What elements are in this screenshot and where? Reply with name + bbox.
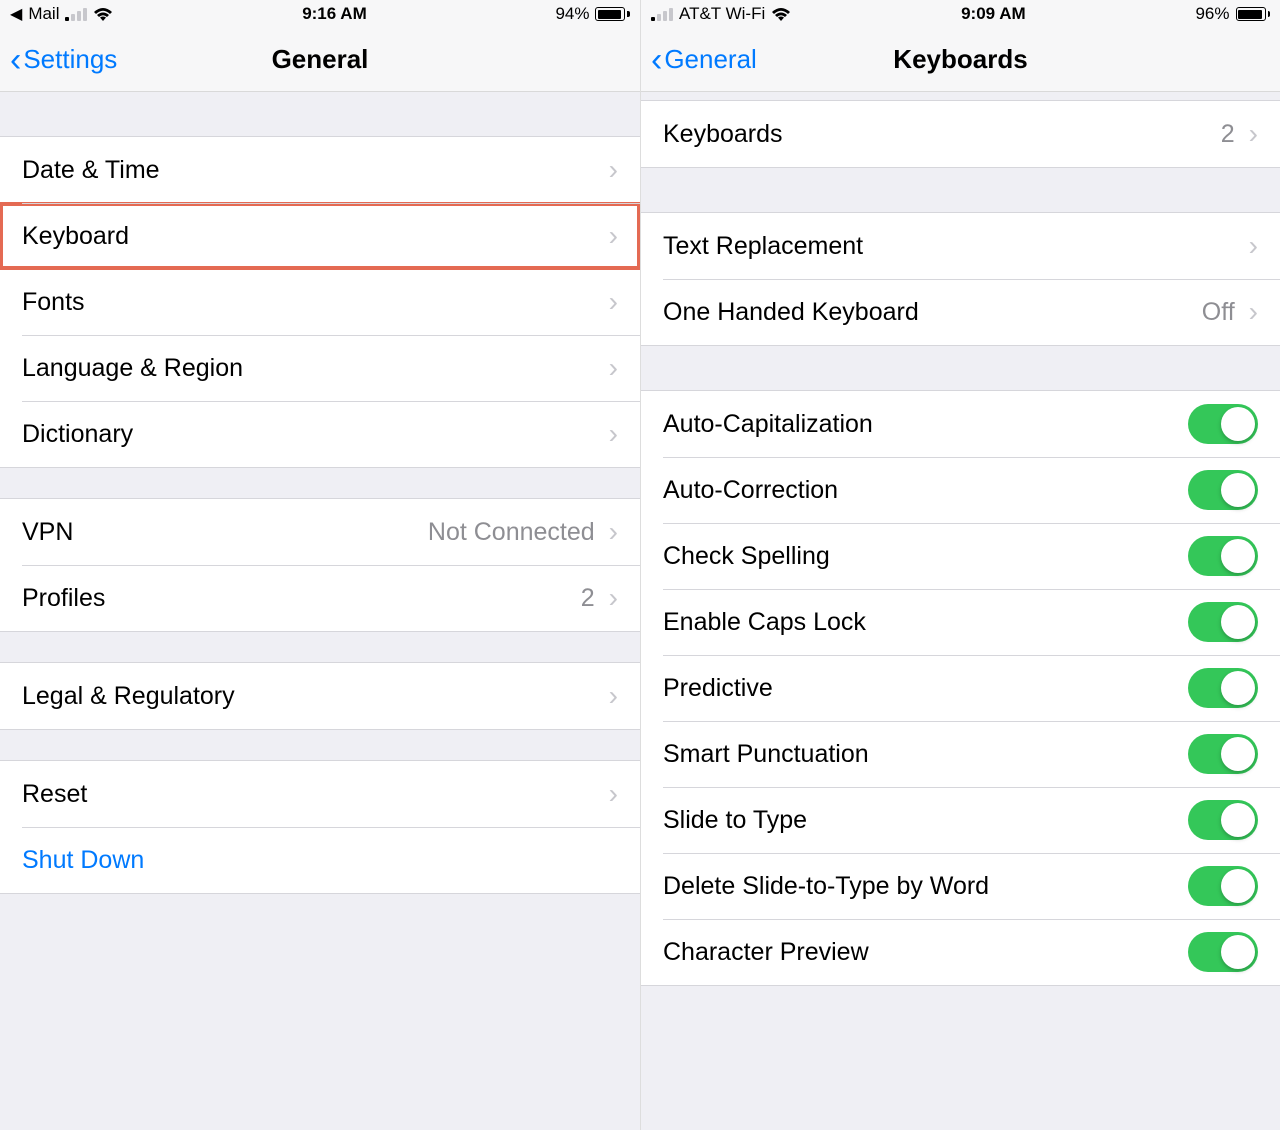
row-predictive: Predictive <box>641 655 1280 721</box>
settings-list[interactable]: Keyboards2› Text Replacement›One Handed … <box>641 92 1280 1130</box>
battery-percent: 96% <box>1195 4 1229 24</box>
row-detail: 2 <box>581 584 595 613</box>
nav-bar: ‹ Settings General <box>0 28 640 92</box>
row-slidetype: Slide to Type <box>641 787 1280 853</box>
row-spelling: Check Spelling <box>641 523 1280 589</box>
row-label: Fonts <box>22 288 85 317</box>
row-langregion[interactable]: Language & Region › <box>0 335 640 401</box>
row-autocap: Auto-Capitalization <box>641 391 1280 457</box>
wifi-icon <box>93 7 113 22</box>
page-title: Keyboards <box>893 44 1027 75</box>
row-label: Text Replacement <box>663 232 863 261</box>
chevron-right-icon: › <box>609 582 618 614</box>
chevron-left-icon: ‹ <box>651 43 662 77</box>
row-label: Slide to Type <box>663 806 807 835</box>
toggle-predictive[interactable] <box>1188 668 1258 708</box>
row-dictionary[interactable]: Dictionary › <box>0 401 640 467</box>
row-smartpunct: Smart Punctuation <box>641 721 1280 787</box>
row-label: Shut Down <box>22 846 144 875</box>
row-label: Keyboard <box>22 222 129 251</box>
cellular-signal-icon <box>651 7 673 21</box>
chevron-right-icon: › <box>1249 230 1258 262</box>
row-shutdown[interactable]: Shut Down <box>0 827 640 893</box>
row-label: Keyboards <box>663 120 783 149</box>
status-bar: AT&T Wi-Fi 9:09 AM 96% <box>641 0 1280 28</box>
row-label: Profiles <box>22 584 105 613</box>
row-label: VPN <box>22 518 73 547</box>
status-bar: ◀ Mail 9:16 AM 94% <box>0 0 640 28</box>
toggle-autocorrect[interactable] <box>1188 470 1258 510</box>
battery-icon <box>1236 7 1271 21</box>
nav-bar: ‹ General Keyboards <box>641 28 1280 92</box>
row-detail: Not Connected <box>428 518 595 547</box>
row-label: Auto-Correction <box>663 476 838 505</box>
row-profiles[interactable]: Profiles 2 › <box>0 565 640 631</box>
carrier-label: AT&T Wi-Fi <box>679 4 765 24</box>
row-legal[interactable]: Legal & Regulatory › <box>0 663 640 729</box>
row-detail: Off <box>1202 298 1235 327</box>
row-keyboards[interactable]: Keyboards 2 › <box>641 101 1280 167</box>
toggle-slidetype[interactable] <box>1188 800 1258 840</box>
chevron-right-icon: › <box>609 154 618 186</box>
chevron-right-icon: › <box>609 778 618 810</box>
row-capslock: Enable Caps Lock <box>641 589 1280 655</box>
chevron-right-icon: › <box>609 418 618 450</box>
row-detail: 2 <box>1221 120 1235 149</box>
row-label: Auto-Capitalization <box>663 410 873 439</box>
row-label: Smart Punctuation <box>663 740 869 769</box>
row-vpn[interactable]: VPN Not Connected › <box>0 499 640 565</box>
status-time: 9:16 AM <box>302 4 367 24</box>
row-datetime[interactable]: Date & Time › <box>0 137 640 203</box>
settings-list[interactable]: Date & Time›Keyboard›Fonts›Language & Re… <box>0 92 640 1130</box>
chevron-right-icon: › <box>609 680 618 712</box>
back-label: General <box>664 44 757 75</box>
toggle-autocap[interactable] <box>1188 404 1258 444</box>
row-label: Legal & Regulatory <box>22 682 235 711</box>
row-reset[interactable]: Reset › <box>0 761 640 827</box>
back-button[interactable]: ‹ General <box>651 43 757 77</box>
toggle-smartpunct[interactable] <box>1188 734 1258 774</box>
row-label: Check Spelling <box>663 542 830 571</box>
toggle-capslock[interactable] <box>1188 602 1258 642</box>
row-label: Delete Slide-to-Type by Word <box>663 872 989 901</box>
row-label: Date & Time <box>22 156 160 185</box>
return-to-app-label[interactable]: Mail <box>28 4 59 24</box>
left-screenshot-general: ◀ Mail 9:16 AM 94% ‹ Settings General Da… <box>0 0 640 1130</box>
row-delslide: Delete Slide-to-Type by Word <box>641 853 1280 919</box>
chevron-right-icon: › <box>1249 296 1258 328</box>
right-screenshot-keyboards: AT&T Wi-Fi 9:09 AM 96% ‹ General Keyboar… <box>640 0 1280 1130</box>
page-title: General <box>272 44 369 75</box>
row-label: Dictionary <box>22 420 133 449</box>
row-label: Enable Caps Lock <box>663 608 866 637</box>
chevron-right-icon: › <box>609 516 618 548</box>
row-textrepl[interactable]: Text Replacement › <box>641 213 1280 279</box>
row-label: Character Preview <box>663 938 869 967</box>
row-charpreview: Character Preview <box>641 919 1280 985</box>
row-label: Reset <box>22 780 87 809</box>
return-to-app-icon[interactable]: ◀ <box>10 4 22 24</box>
row-label: Language & Region <box>22 354 243 383</box>
row-keyboard[interactable]: Keyboard › <box>0 203 640 269</box>
row-label: Predictive <box>663 674 773 703</box>
battery-icon <box>595 7 630 21</box>
chevron-right-icon: › <box>609 220 618 252</box>
cellular-signal-icon <box>65 7 87 21</box>
chevron-left-icon: ‹ <box>10 43 21 77</box>
toggle-charpreview[interactable] <box>1188 932 1258 972</box>
row-label: One Handed Keyboard <box>663 298 919 327</box>
status-time: 9:09 AM <box>961 4 1026 24</box>
chevron-right-icon: › <box>1249 118 1258 150</box>
battery-percent: 94% <box>555 4 589 24</box>
chevron-right-icon: › <box>609 352 618 384</box>
toggle-spelling[interactable] <box>1188 536 1258 576</box>
chevron-right-icon: › <box>609 286 618 318</box>
toggle-delslide[interactable] <box>1188 866 1258 906</box>
row-fonts[interactable]: Fonts › <box>0 269 640 335</box>
wifi-icon <box>771 7 791 22</box>
back-label: Settings <box>23 44 117 75</box>
row-onehand[interactable]: One Handed Keyboard Off › <box>641 279 1280 345</box>
row-autocorrect: Auto-Correction <box>641 457 1280 523</box>
back-button[interactable]: ‹ Settings <box>10 43 117 77</box>
